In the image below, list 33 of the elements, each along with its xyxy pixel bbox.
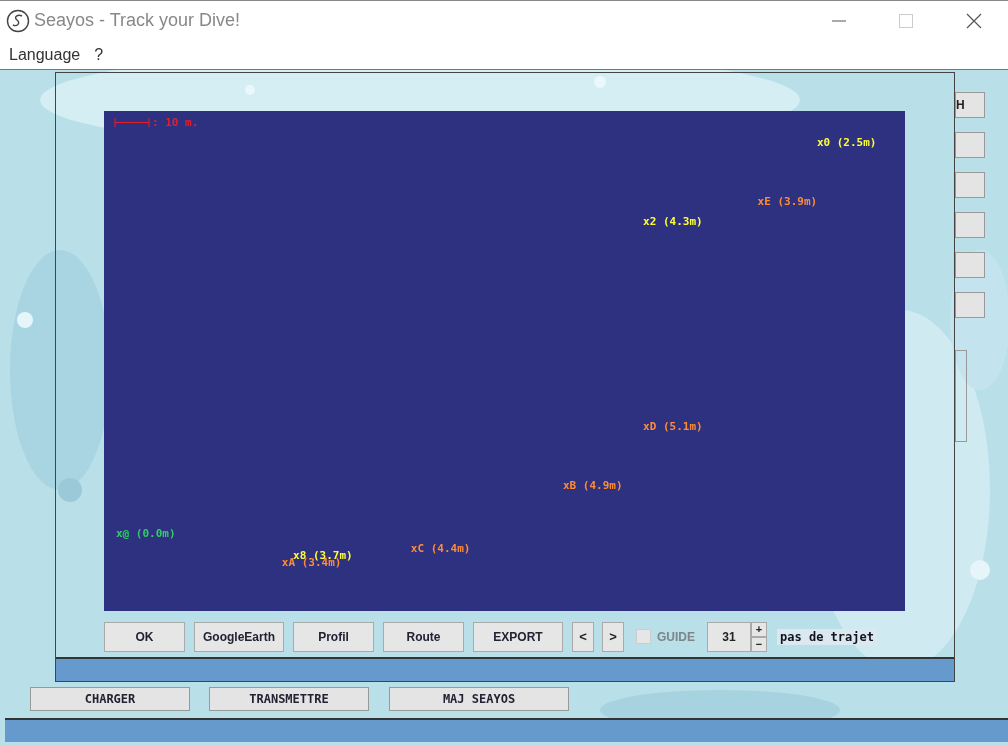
side-button[interactable]: H bbox=[955, 92, 985, 118]
waypoint-label: x2 (4.3m) bbox=[643, 215, 703, 228]
side-button[interactable] bbox=[955, 132, 985, 158]
step-field[interactable]: 31 bbox=[707, 621, 751, 652]
previous-button[interactable]: < bbox=[572, 621, 594, 652]
dialog-button[interactable]: Profil bbox=[293, 621, 374, 652]
dialog-button[interactable]: OK bbox=[104, 621, 185, 652]
waypoint-label: xD (5.1m) bbox=[643, 420, 703, 433]
app-button[interactable]: TRANSMETTRE bbox=[209, 687, 369, 711]
waypoint-label: xB (4.9m) bbox=[562, 479, 623, 492]
app-button[interactable]: CHARGER bbox=[30, 687, 190, 711]
side-button[interactable] bbox=[955, 252, 985, 278]
menu-item[interactable]: ? bbox=[94, 45, 104, 64]
dialog-button[interactable]: Route bbox=[383, 621, 464, 652]
waypoint-label: xE (3.9m) bbox=[757, 195, 818, 208]
waypoint-label: x@ (0.0m) bbox=[116, 527, 176, 540]
side-button[interactable] bbox=[955, 212, 985, 238]
app-button[interactable]: MAJ SEAYOS bbox=[389, 687, 569, 711]
app-logo-icon bbox=[6, 8, 30, 33]
dialog-button[interactable]: GoogleEarth bbox=[194, 621, 284, 652]
dialog-button[interactable]: EXPORT bbox=[473, 621, 563, 652]
scale-label: : 10 m. bbox=[152, 116, 199, 129]
waypoint-label: x0 (2.5m) bbox=[816, 136, 877, 149]
side-button[interactable] bbox=[955, 292, 985, 318]
window-title: Seayos - Track your Dive! bbox=[34, 10, 241, 31]
menu-item[interactable]: Language bbox=[9, 45, 81, 64]
next-button[interactable]: > bbox=[602, 621, 624, 652]
side-button[interactable] bbox=[955, 172, 985, 198]
maximize-icon[interactable] bbox=[899, 13, 913, 28]
close-icon[interactable] bbox=[966, 12, 982, 29]
scale-bar-icon bbox=[114, 118, 150, 127]
guide-label: GUIDE bbox=[657, 629, 695, 644]
waypoint-label: xC (4.4m) bbox=[410, 542, 471, 555]
